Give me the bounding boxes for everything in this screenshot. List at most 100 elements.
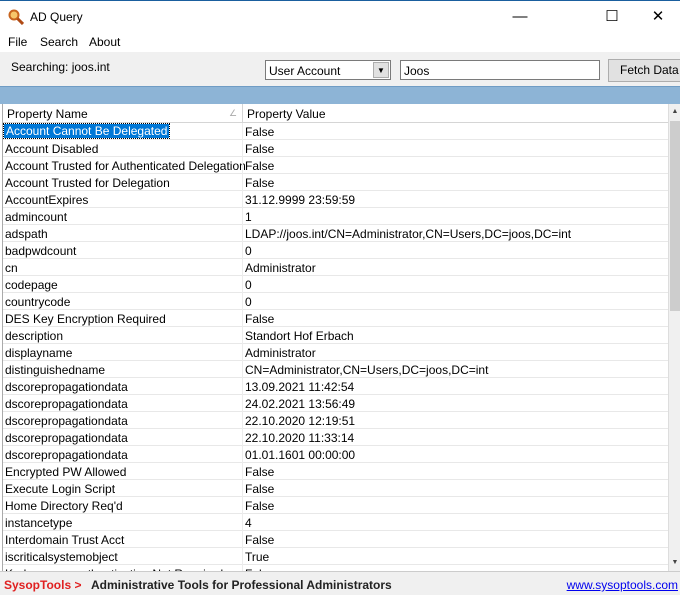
property-value: False bbox=[245, 499, 275, 513]
vertical-scrollbar[interactable]: ▲ ▼ bbox=[668, 104, 680, 571]
property-name: Interdomain Trust Acct bbox=[5, 533, 125, 547]
property-name: badpwdcount bbox=[5, 244, 77, 258]
property-name: Account Trusted for Delegation bbox=[5, 176, 170, 190]
table-row[interactable]: iscriticalsystemobject True bbox=[3, 548, 670, 565]
properties-grid: Property Name ∠ Property Value Account C… bbox=[2, 104, 670, 571]
property-value: False bbox=[245, 142, 275, 156]
property-name: Home Directory Req'd bbox=[5, 499, 123, 513]
property-name: AccountExpires bbox=[5, 193, 89, 207]
table-row[interactable]: displayname Administrator bbox=[3, 344, 670, 361]
property-name: distinguishedname bbox=[5, 363, 106, 377]
property-name: dscorepropagationdata bbox=[5, 380, 128, 394]
table-row[interactable]: countrycode 0 bbox=[3, 293, 670, 310]
property-value: 0 bbox=[245, 244, 252, 258]
property-value: False bbox=[245, 465, 275, 479]
property-name: displayname bbox=[5, 346, 73, 360]
table-row[interactable]: Interdomain Trust Acct False bbox=[3, 531, 670, 548]
column-divider bbox=[242, 242, 243, 259]
table-row[interactable]: Account Disabled False bbox=[3, 140, 670, 157]
tagline: Administrative Tools for Professional Ad… bbox=[91, 578, 392, 592]
table-row[interactable]: Account Trusted for Authenticated Delega… bbox=[3, 157, 670, 174]
table-row[interactable]: dscorepropagationdata 22.10.2020 12:19:51 bbox=[3, 412, 670, 429]
column-divider bbox=[242, 259, 243, 276]
table-row[interactable]: AccountExpires 31.12.9999 23:59:59 bbox=[3, 191, 670, 208]
property-value: 0 bbox=[245, 278, 252, 292]
property-name: description bbox=[5, 329, 64, 343]
property-value: False bbox=[245, 159, 275, 173]
table-row[interactable]: DES Key Encryption Required False bbox=[3, 310, 670, 327]
property-value: 22.10.2020 12:19:51 bbox=[245, 414, 356, 428]
column-divider[interactable] bbox=[242, 104, 243, 123]
header-band bbox=[0, 86, 680, 104]
property-value: False bbox=[245, 125, 275, 139]
property-name: Account Cannot Be Delegated bbox=[3, 123, 171, 139]
object-type-select[interactable]: User Account ▼ bbox=[265, 60, 391, 80]
property-name: dscorepropagationdata bbox=[5, 414, 128, 428]
property-name: cn bbox=[5, 261, 18, 275]
table-row[interactable]: adspath LDAP://joos.int/CN=Administrator,… bbox=[3, 225, 670, 242]
column-divider bbox=[242, 497, 243, 514]
property-name: Execute Login Script bbox=[5, 482, 116, 496]
table-row[interactable]: codepage 0 bbox=[3, 276, 670, 293]
table-row[interactable]: dscorepropagationdata 24.02.2021 13:56:49 bbox=[3, 395, 670, 412]
column-divider bbox=[242, 140, 243, 157]
column-divider bbox=[242, 463, 243, 480]
property-value: Administrator bbox=[245, 261, 316, 275]
table-row[interactable]: Account Cannot Be Delegated False bbox=[3, 123, 670, 140]
fetch-data-button[interactable]: Fetch Data bbox=[608, 59, 680, 82]
table-row[interactable]: Encrypted PW Allowed False bbox=[3, 463, 670, 480]
column-divider bbox=[242, 123, 243, 140]
column-divider bbox=[242, 412, 243, 429]
column-divider bbox=[242, 310, 243, 327]
title-bar: AD Query — ☐ ✕ bbox=[0, 0, 680, 32]
column-divider bbox=[242, 191, 243, 208]
column-divider bbox=[242, 514, 243, 531]
table-row[interactable]: badpwdcount 0 bbox=[3, 242, 670, 259]
column-divider bbox=[242, 293, 243, 310]
table-row[interactable]: Account Trusted for Delegation False bbox=[3, 174, 670, 191]
column-divider bbox=[242, 378, 243, 395]
property-value: LDAP://joos.int/CN=Administrator,CN=User… bbox=[245, 227, 572, 241]
column-header-property-name[interactable]: Property Name bbox=[7, 107, 88, 121]
table-row[interactable]: distinguishedname CN=Administrator,CN=Use… bbox=[3, 361, 670, 378]
minimize-button[interactable]: — bbox=[498, 5, 542, 29]
chevron-down-icon[interactable]: ▼ bbox=[373, 62, 389, 78]
table-row[interactable]: Execute Login Script False bbox=[3, 480, 670, 497]
property-name: Encrypted PW Allowed bbox=[5, 465, 127, 479]
property-name: dscorepropagationdata bbox=[5, 397, 128, 411]
scroll-up-icon[interactable]: ▲ bbox=[669, 104, 680, 120]
footer: SysopTools > Administrative Tools for Pr… bbox=[0, 571, 680, 595]
menu-search[interactable]: Search bbox=[40, 35, 78, 49]
brand-link[interactable]: SysopTools > bbox=[4, 578, 81, 592]
table-row[interactable]: Home Directory Req'd False bbox=[3, 497, 670, 514]
property-value: False bbox=[245, 533, 275, 547]
menu-file[interactable]: File bbox=[8, 35, 27, 49]
property-name: iscriticalsystemobject bbox=[5, 550, 118, 564]
property-value: True bbox=[245, 550, 270, 564]
property-value: 01.01.1601 00:00:00 bbox=[245, 448, 356, 462]
property-value: False bbox=[245, 312, 275, 326]
property-name: countrycode bbox=[5, 295, 71, 309]
column-divider bbox=[242, 446, 243, 463]
table-row[interactable]: dscorepropagationdata 22.10.2020 11:33:14 bbox=[3, 429, 670, 446]
website-link[interactable]: www.sysoptools.com bbox=[567, 578, 678, 592]
table-row[interactable]: instancetype 4 bbox=[3, 514, 670, 531]
window-title: AD Query bbox=[30, 10, 83, 24]
object-type-value: User Account bbox=[269, 64, 341, 78]
property-value: 13.09.2021 11:42:54 bbox=[245, 380, 355, 394]
maximize-button[interactable]: ☐ bbox=[590, 5, 634, 29]
scroll-down-icon[interactable]: ▼ bbox=[669, 555, 680, 571]
table-row[interactable]: cn Administrator bbox=[3, 259, 670, 276]
table-row[interactable]: admincount 1 bbox=[3, 208, 670, 225]
toolbar: Searching: joos.int User Account ▼ Joos … bbox=[0, 52, 680, 86]
property-name: adspath bbox=[5, 227, 48, 241]
table-row[interactable]: description Standort Hof Erbach bbox=[3, 327, 670, 344]
menu-about[interactable]: About bbox=[89, 35, 120, 49]
column-divider bbox=[242, 548, 243, 565]
search-input[interactable]: Joos bbox=[400, 60, 600, 80]
column-header-property-value[interactable]: Property Value bbox=[247, 107, 326, 121]
close-button[interactable]: ✕ bbox=[636, 5, 680, 29]
table-row[interactable]: dscorepropagationdata 13.09.2021 11:42:54 bbox=[3, 378, 670, 395]
scroll-thumb[interactable] bbox=[670, 121, 680, 311]
table-row[interactable]: dscorepropagationdata 01.01.1601 00:00:00 bbox=[3, 446, 670, 463]
